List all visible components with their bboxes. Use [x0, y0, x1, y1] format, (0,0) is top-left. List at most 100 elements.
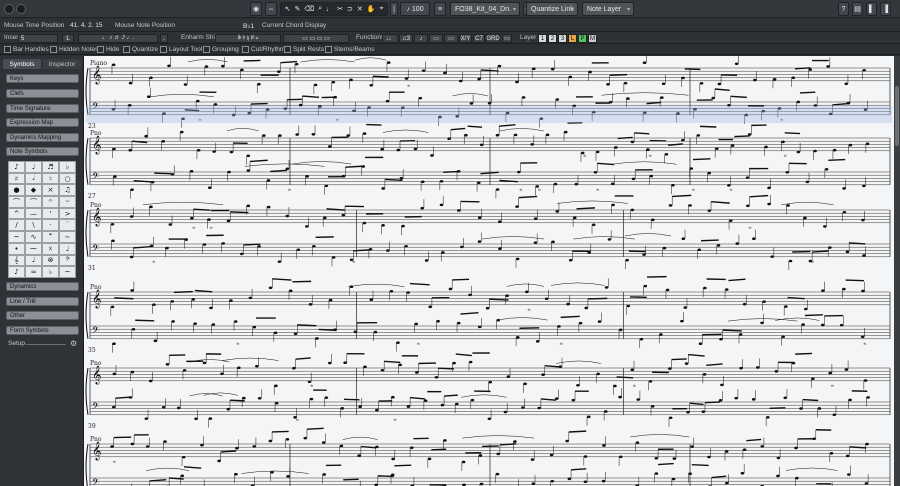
hide-checkbox[interactable] — [97, 46, 104, 53]
split-rests-checkbox[interactable] — [284, 46, 291, 53]
function-c7[interactable]: C7 — [473, 34, 485, 43]
palette-symbol-button[interactable]: ♫ — [59, 184, 76, 197]
palette-symbol-button[interactable]: ♩ — [59, 242, 76, 255]
layer-3-button[interactable]: 3 — [558, 34, 567, 43]
palette-symbol-button[interactable]: — — [25, 207, 42, 220]
palette-symbol-button[interactable]: ∼ — [59, 231, 76, 243]
bar-handles-checkbox[interactable] — [4, 46, 11, 53]
quantize-checkbox[interactable] — [123, 46, 130, 53]
layer-m-button[interactable]: M — [588, 34, 597, 43]
palette-symbol-button[interactable]: ∿ — [25, 231, 42, 243]
solo-editor-icon[interactable]: ◉ — [250, 2, 262, 16]
palette-symbol-button[interactable]: • — [8, 242, 25, 255]
palette-symbol-button[interactable]: ♯ — [8, 172, 25, 185]
zoom-field[interactable]: ♪ 100 — [400, 2, 430, 16]
zoom-icon[interactable]: ⌕ — [318, 5, 322, 13]
marker-icon[interactable]: ⌖ — [379, 5, 383, 13]
layout-tool-checkbox[interactable] — [160, 46, 167, 53]
palette-symbol-button[interactable]: 𝄑 — [59, 196, 76, 208]
palette-symbol-button[interactable]: ♪ — [8, 161, 25, 173]
layer-1-button[interactable]: 1 — [538, 34, 547, 43]
functions-btn-4[interactable]: ▭ — [429, 34, 443, 43]
palette-symbol-button[interactable]: / — [8, 219, 25, 232]
section-form-symbols[interactable]: Form Symbols — [6, 326, 79, 335]
palette-symbol-button[interactable]: 𝅗𝅥 — [25, 172, 42, 185]
hidden-notes-checkbox[interactable] — [50, 46, 57, 53]
palette-symbol-button[interactable]: ○ — [59, 172, 76, 185]
palette-symbol-button[interactable]: ♪ — [8, 266, 25, 278]
palette-symbol-button[interactable]: ⊗ — [42, 254, 59, 267]
palette-symbol-button[interactable]: ^ — [8, 207, 25, 220]
section-expression-map[interactable]: Expression Map — [6, 118, 79, 127]
show-info-icon[interactable]: ≡ — [434, 2, 446, 16]
object-selection-icon[interactable]: ↖ — [285, 5, 291, 13]
functions-btn-last[interactable]: ▭ — [502, 34, 512, 43]
right-zone-icon[interactable]: ▐ — [880, 2, 891, 16]
vertical-scrollbar[interactable] — [894, 56, 900, 486]
layer-p-button[interactable]: P — [578, 34, 587, 43]
palette-symbol-button[interactable]: ' — [42, 207, 59, 220]
functions-btn-2[interactable]: ♫3 — [399, 34, 413, 43]
tab-inspector[interactable]: Inspector — [43, 59, 81, 69]
palette-symbol-button[interactable]: ● — [8, 184, 25, 197]
palette-symbol-button[interactable]: 𝄞 — [8, 254, 25, 267]
gear-icon[interactable]: ⚙ — [70, 339, 77, 348]
layer-2-button[interactable]: 2 — [548, 34, 557, 43]
palette-symbol-button[interactable]: ♩ — [25, 161, 42, 173]
scrollbar-thumb[interactable] — [895, 86, 899, 146]
help-icon[interactable]: ? — [838, 2, 849, 16]
quantize-select[interactable]: Quantize Link ▾ — [526, 2, 578, 16]
part-select[interactable]: FO38_Kit_04_Dn. ▾ — [450, 2, 520, 16]
palette-symbol-button[interactable]: ♭ — [59, 161, 76, 173]
window-zones-icon[interactable]: ▤ — [852, 2, 863, 16]
function-grd[interactable]: GRD — [486, 34, 500, 43]
enharm-buttons[interactable]: 𝄫 ♭ ♮ ♯ 𝄪 — [215, 34, 281, 43]
section-other[interactable]: Other — [6, 311, 79, 320]
palette-symbol-button[interactable]: ~ — [8, 231, 25, 243]
functions-btn-5[interactable]: ▭ — [444, 34, 458, 43]
palette-symbol-button[interactable]: ~ — [59, 266, 76, 278]
note-icon[interactable]: ♩ — [326, 6, 333, 13]
mute-icon[interactable]: ✕ — [357, 5, 363, 13]
palette-symbol-button[interactable]: ⁓ — [25, 242, 42, 255]
palette-symbol-button[interactable]: × — [42, 184, 59, 197]
left-zone-icon[interactable]: ▌ — [866, 2, 877, 16]
grouping-checkbox[interactable] — [203, 46, 210, 53]
dot-icon[interactable]: . — [160, 34, 168, 43]
erase-icon[interactable]: ⌫ — [304, 5, 314, 13]
section-dynamics-mapping[interactable]: Dynamics Mapping — [6, 133, 79, 142]
palette-symbol-button[interactable]: ♭ — [42, 266, 59, 278]
palette-symbol-button[interactable]: ¨ — [59, 219, 76, 232]
palette-symbol-button[interactable]: ☓ — [42, 242, 59, 255]
length-lock-icon[interactable]: L — [62, 34, 74, 43]
palette-symbol-button[interactable]: \ — [25, 219, 42, 232]
layer-l-button[interactable]: L — [568, 34, 577, 43]
layer-select[interactable]: Note Layer ▾ — [582, 2, 634, 16]
palette-symbol-button[interactable]: ♬ — [42, 161, 59, 173]
insert-value-field[interactable]: 5 — [18, 34, 58, 43]
draw-icon[interactable]: ✎ — [294, 5, 300, 13]
functions-btn-1[interactable]: ↓♩ — [382, 34, 398, 43]
section-note-symbols[interactable]: Note Symbols — [6, 147, 79, 156]
palette-symbol-button[interactable]: · — [42, 219, 59, 232]
tab-symbols[interactable]: Symbols — [3, 59, 41, 69]
section-clefs[interactable]: Clefs — [6, 89, 79, 98]
note-value-buttons[interactable]: ♩ ♪ ♬ 𝅘𝅥𝅯 ♩. — [78, 34, 158, 43]
autoscroll-icon[interactable]: ⇔ — [265, 2, 277, 16]
functions-btn-3[interactable]: ♪ — [414, 34, 428, 43]
mode-buttons[interactable]: ▭ ▭ ▭ ▭ — [283, 34, 349, 43]
score-page[interactable]: Piano 23 𝄞 𝆮 𝄢 𝆮 𝆮 𝆮 Pno 27 𝄞 𝆮 𝆮 𝆮 𝄢 𝆮 𝆮 𝆮 𝆮 𝆮 𝆮 Pno 31 𝄞 𝆮 𝆮 𝆮 𝄢 𝆮… — [84, 56, 894, 486]
record-icon[interactable] — [4, 4, 14, 14]
cut-rhythm-checkbox[interactable] — [242, 46, 249, 53]
palette-symbol-button[interactable]: 𝄐 — [42, 196, 59, 208]
section-dynamics[interactable]: Dynamics — [6, 282, 79, 291]
section-time-signature[interactable]: Time Signature — [6, 104, 79, 113]
palette-symbol-button[interactable]: 𝄢 — [59, 254, 76, 267]
stems-beams-checkbox[interactable] — [325, 46, 332, 53]
palette-symbol-button[interactable]: ♮ — [42, 172, 59, 185]
palette-symbol-button[interactable]: ≈ — [25, 266, 42, 278]
scissors-icon[interactable]: ✂ — [337, 5, 343, 13]
section-line-trill[interactable]: Line / Trill — [6, 297, 79, 306]
palette-symbol-button[interactable]: 𝄌 — [42, 231, 59, 243]
palette-symbol-button[interactable]: ◆ — [25, 184, 42, 197]
